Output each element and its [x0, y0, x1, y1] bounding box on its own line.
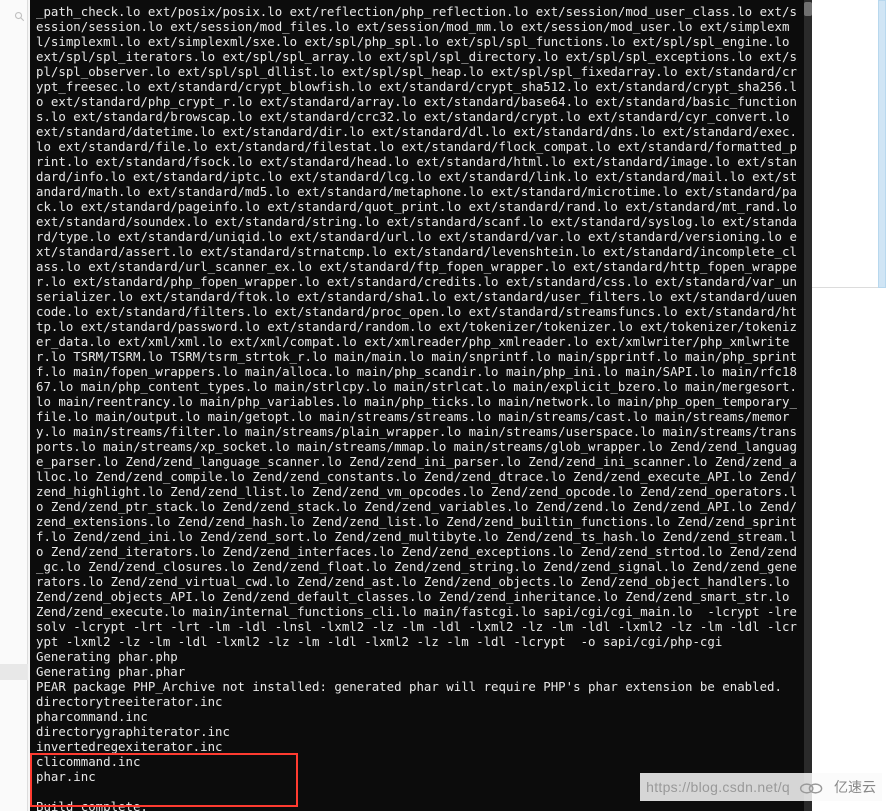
watermark: https://blog.csdn.net/q 亿速云 — [640, 773, 882, 801]
right-panel-indicator — [878, 0, 886, 288]
search-icon[interactable] — [14, 8, 26, 20]
editor-gutter — [0, 0, 28, 811]
cloud-icon — [798, 777, 826, 797]
gutter-marker — [0, 664, 28, 680]
watermark-brand: 亿速云 — [834, 777, 876, 797]
scrollbar-thumb[interactable] — [804, 2, 812, 16]
watermark-url: https://blog.csdn.net/q — [646, 779, 790, 795]
right-panel — [812, 0, 886, 811]
terminal-output[interactable]: _path_check.lo ext/posix/posix.lo ext/re… — [30, 0, 804, 811]
right-panel-top — [812, 0, 886, 288]
terminal-scrollbar[interactable] — [804, 0, 812, 811]
